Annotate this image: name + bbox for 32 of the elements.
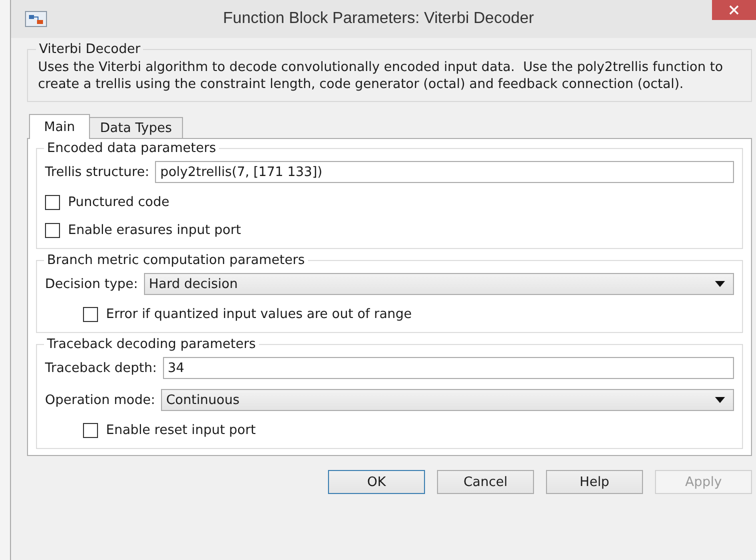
- checkbox-label: Enable erasures input port: [68, 222, 241, 238]
- group-title: Branch metric computation parameters: [46, 253, 306, 268]
- group-title: Traceback decoding parameters: [46, 337, 257, 352]
- window-title: Function Block Parameters: Viterbi Decoder: [222, 10, 535, 28]
- description-title: Viterbi Decoder: [38, 42, 142, 57]
- checkbox[interactable]: [45, 222, 60, 238]
- tab[interactable]: Data Types: [89, 117, 183, 138]
- app-icon: [25, 11, 47, 27]
- field-label: Decision type:: [45, 276, 138, 292]
- close-icon: [729, 5, 739, 15]
- dropdown[interactable]: Hard decision: [144, 273, 734, 295]
- field-label: Operation mode:: [45, 392, 156, 408]
- tab[interactable]: Main: [29, 114, 90, 139]
- dialog-button[interactable]: OK: [328, 470, 425, 494]
- input-field[interactable]: poly2trellis(7, [171 133]): [155, 161, 734, 183]
- field-label: Trellis structure:: [45, 164, 150, 180]
- checkbox-label: Enable reset input port: [106, 422, 256, 438]
- close-button[interactable]: [712, 0, 756, 20]
- checkbox-label: Punctured code: [68, 194, 170, 210]
- dropdown[interactable]: Continuous: [161, 389, 734, 411]
- checkbox[interactable]: [83, 422, 98, 438]
- dialog-button[interactable]: Help: [546, 470, 643, 494]
- checkbox-label: Error if quantized input values are out of range: [106, 306, 412, 322]
- checkbox[interactable]: [83, 306, 98, 322]
- dropdown-arrow-icon: [715, 397, 725, 403]
- description-text: Uses the Viterbi algorithm to decode convolutionally encoded input data. Use the poly2trellis function to create a trellis using the constraint length, code generator (octal) and feedback connection (octal).: [38, 59, 724, 93]
- group-title: Encoded data parameters: [46, 141, 218, 156]
- dialog-button[interactable]: Cancel: [437, 470, 534, 494]
- field-label: Traceback depth:: [45, 360, 157, 376]
- dropdown-arrow-icon: [715, 281, 725, 287]
- checkbox[interactable]: [45, 194, 60, 210]
- input-field[interactable]: 34: [162, 357, 734, 379]
